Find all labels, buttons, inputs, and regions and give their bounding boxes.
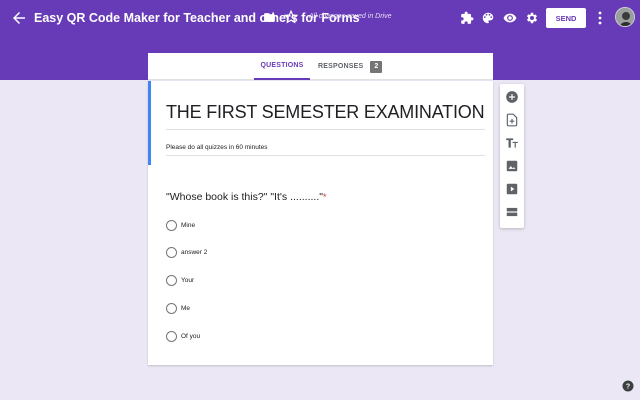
top-toolbar: Easy QR Code Maker for Teacher and other… — [0, 0, 640, 36]
option-2[interactable]: answer 2 — [166, 245, 207, 259]
radio-button[interactable] — [166, 246, 177, 258]
required-mark: * — [322, 192, 327, 202]
folder-icon[interactable] — [263, 11, 276, 24]
form-description[interactable]: Please do all quizzes in 60 minutes — [166, 144, 268, 151]
radio-button[interactable] — [166, 330, 177, 342]
import-questions-icon[interactable] — [505, 113, 519, 127]
save-status: All changes saved in Drive — [309, 13, 392, 20]
add-question-icon[interactable] — [505, 90, 519, 104]
option-3[interactable]: Your — [166, 273, 194, 287]
question-title[interactable]: "Whose book is this?" "It's .........."* — [166, 191, 326, 203]
option-label: answer 2 — [181, 248, 208, 256]
more-vert-icon[interactable] — [598, 11, 602, 25]
option-label: Mine — [181, 221, 196, 229]
gear-icon[interactable] — [525, 11, 539, 25]
tab-responses[interactable]: RESPONSES 2 — [318, 53, 383, 80]
form-title[interactable]: THE FIRST SEMESTER EXAMINATION — [166, 102, 485, 123]
form-tabs: QUESTIONS RESPONSES 2 — [148, 53, 493, 80]
option-5[interactable]: Of you — [166, 329, 200, 343]
form-header-section[interactable]: THE FIRST SEMESTER EXAMINATION Please do… — [148, 81, 493, 165]
palette-icon[interactable] — [481, 11, 495, 25]
user-photo-icon — [616, 8, 634, 26]
title-divider — [166, 129, 485, 130]
radio-button[interactable] — [166, 219, 177, 231]
avatar[interactable] — [615, 7, 635, 27]
svg-text:?: ? — [626, 384, 630, 391]
add-image-icon[interactable] — [505, 159, 519, 173]
arrow-back-icon[interactable] — [10, 9, 28, 27]
tab-responses-label: RESPONSES — [318, 63, 364, 70]
help-icon[interactable]: ? — [622, 380, 634, 392]
question-tools-panel — [500, 84, 524, 228]
star-icon[interactable] — [284, 10, 298, 24]
add-video-icon[interactable] — [505, 182, 519, 196]
radio-button[interactable] — [166, 274, 177, 286]
responses-count-badge: 2 — [370, 60, 383, 73]
add-section-icon[interactable] — [505, 205, 519, 219]
option-label: Me — [181, 304, 191, 312]
option-1[interactable]: Mine — [166, 218, 195, 232]
description-divider — [166, 155, 485, 156]
eye-icon[interactable] — [503, 11, 517, 25]
question-text: "Whose book is this?" "It's .........." — [166, 191, 323, 203]
send-button[interactable]: SEND — [546, 8, 586, 28]
option-label: Your — [181, 276, 195, 284]
puzzle-icon[interactable] — [460, 11, 474, 25]
form-card: THE FIRST SEMESTER EXAMINATION Please do… — [148, 81, 493, 365]
tab-questions[interactable]: QUESTIONS — [254, 53, 310, 80]
option-label: Of you — [181, 332, 201, 340]
add-title-icon[interactable] — [505, 136, 519, 150]
radio-button[interactable] — [166, 302, 177, 314]
option-4[interactable]: Me — [166, 301, 190, 315]
